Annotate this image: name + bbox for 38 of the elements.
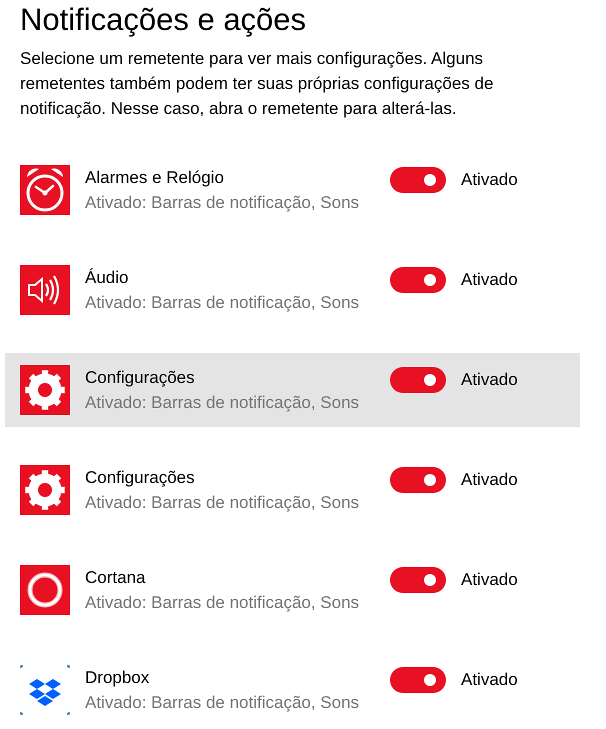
description-text: Selecione um remetente para ver mais configurações. Alguns remetentes também podem ter suas próprias configurações de notificação. Nesse caso, abra o remetente para alterá-las. <box>20 48 494 120</box>
sender-name: Cortana <box>85 567 146 589</box>
ring-icon <box>20 565 70 615</box>
toggle-switch[interactable] <box>390 267 446 293</box>
toggle-switch[interactable] <box>390 167 446 193</box>
page-title: Notificações e ações <box>20 1 308 39</box>
sender-detail: Ativado: Barras de notificação, Sons <box>85 392 360 414</box>
toggle-switch[interactable] <box>390 567 446 593</box>
sender-name: Áudio <box>85 267 130 289</box>
sender-name: Configurações <box>85 467 196 489</box>
toggle-label: Ativado <box>461 469 518 491</box>
sender-name: Alarmes e Relógio <box>85 167 225 189</box>
toggle-label: Ativado <box>461 269 518 291</box>
sender-detail: Ativado: Barras de notificação, Sons <box>85 692 360 714</box>
toggle-switch[interactable] <box>390 667 446 693</box>
sender-row[interactable]: Configurações Ativado: Barras de notificação, Sons Ativado <box>5 453 580 527</box>
open-box-icon <box>20 665 70 715</box>
sender-row[interactable]: Dropbox Ativado: Barras de notificação, Sons Ativado <box>5 653 580 727</box>
toggle-label: Ativado <box>461 169 518 191</box>
sender-row[interactable]: Áudio Ativado: Barras de notificação, Sons Ativado <box>5 253 580 327</box>
toggle-switch[interactable] <box>390 367 446 393</box>
toggle-label: Ativado <box>461 669 518 691</box>
sender-name: Configurações <box>85 367 196 389</box>
toggle-switch[interactable] <box>390 467 446 493</box>
gear-icon <box>20 365 70 415</box>
sender-row[interactable]: Alarmes e Relógio Ativado: Barras de notificação, Sons Ativado <box>5 153 580 227</box>
speaker-icon <box>20 265 70 315</box>
gear-icon <box>20 465 70 515</box>
sender-row[interactable]: Configurações Ativado: Barras de notificação, Sons Ativado <box>5 353 580 427</box>
toggle-label: Ativado <box>461 369 518 391</box>
sender-detail: Ativado: Barras de notificação, Sons <box>85 292 360 314</box>
toggle-label: Ativado <box>461 569 518 591</box>
sender-detail: Ativado: Barras de notificação, Sons <box>85 192 360 214</box>
alarm-clock-icon <box>20 165 70 215</box>
sender-row[interactable]: Cortana Ativado: Barras de notificação, Sons Ativado <box>5 553 580 627</box>
sender-name: Dropbox <box>85 667 150 689</box>
sender-detail: Ativado: Barras de notificação, Sons <box>85 492 360 514</box>
sender-detail: Ativado: Barras de notificação, Sons <box>85 592 360 614</box>
